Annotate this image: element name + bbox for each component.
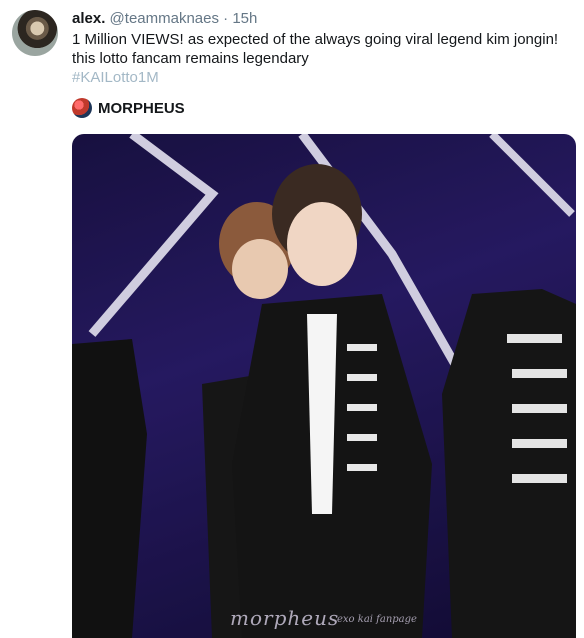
quoted-name[interactable]: MORPHEUS <box>98 100 185 117</box>
quoted-avatar[interactable] <box>72 98 92 118</box>
user-avatar[interactable] <box>12 10 58 56</box>
concert-photo <box>72 134 576 638</box>
separator-dot: · <box>223 10 229 27</box>
tweet[interactable]: alex. @teammaknaes · 15h 1 Million VIEWS… <box>0 0 584 638</box>
media-image[interactable]: morpheus exo kai fanpage <box>72 134 576 638</box>
display-name[interactable]: alex. <box>72 10 105 27</box>
timestamp[interactable]: 15h <box>232 10 257 27</box>
quoted-account[interactable]: MORPHEUS <box>72 97 185 119</box>
tweet-text: 1 Million VIEWS! as expected of the alwa… <box>72 31 559 67</box>
watermark-subtext: exo kai fanpage <box>337 614 417 625</box>
dancer-center-face <box>287 202 357 286</box>
watermark: morpheus <box>230 606 340 630</box>
hashtag-link[interactable]: #KAILotto1M <box>72 68 159 87</box>
tweet-header: alex. @teammaknaes · 15h <box>72 10 257 28</box>
user-handle[interactable]: @teammaknaes <box>110 10 219 27</box>
